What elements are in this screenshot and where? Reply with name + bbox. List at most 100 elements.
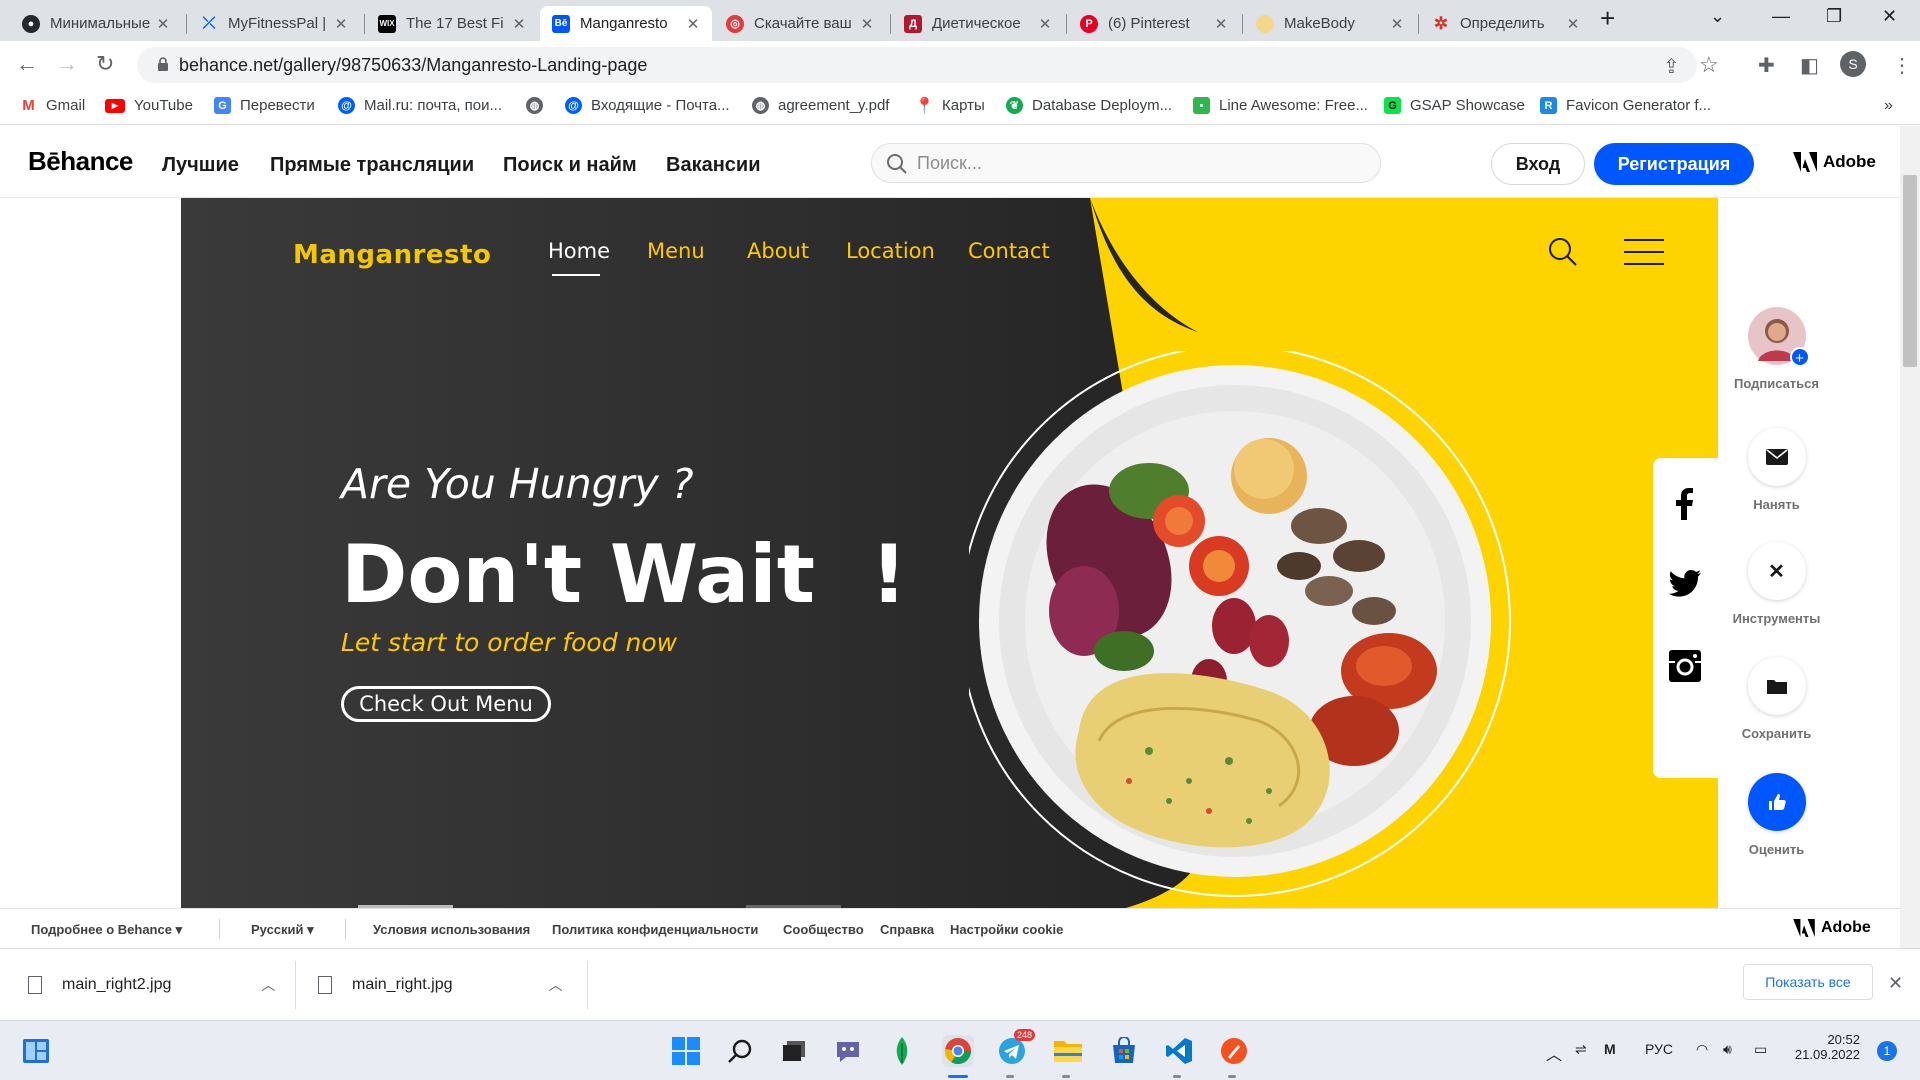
save-button[interactable] xyxy=(1747,657,1806,715)
url-text[interactable]: behance.net/gallery/98750633/Manganresto… xyxy=(179,55,647,76)
telegram-icon[interactable]: 248 xyxy=(996,1029,1036,1067)
chrome-menu-icon[interactable]: ⋮ xyxy=(1892,53,1912,78)
hamburger-menu-icon[interactable] xyxy=(1624,238,1664,266)
search-icon[interactable] xyxy=(724,1035,756,1067)
hire-button[interactable] xyxy=(1747,428,1806,486)
start-button[interactable] xyxy=(670,1035,702,1067)
clock[interactable]: 20:52 21.09.2022 xyxy=(1790,1032,1860,1062)
download-item[interactable]: main_right2.jpg ︿ xyxy=(28,949,275,1021)
tab-github[interactable]: ● Минимальные ✕ xyxy=(10,6,182,41)
tray-overflow-chevron-icon[interactable]: ︿ xyxy=(1546,1041,1562,1065)
hero-nav-menu[interactable]: Menu xyxy=(647,239,705,263)
behance-logo[interactable]: Bēhance xyxy=(28,146,133,177)
close-tab-icon[interactable]: ✕ xyxy=(1212,15,1230,33)
hero-nav-about[interactable]: About xyxy=(747,239,809,263)
tab-download[interactable]: ◎ Скачайте ваш ✕ xyxy=(714,6,886,41)
download-item[interactable]: main_right.jpg ︿ xyxy=(318,949,563,1021)
close-window-button[interactable]: ✕ xyxy=(1882,6,1897,27)
hero-nav-location[interactable]: Location xyxy=(846,239,935,263)
bookmark-star-icon[interactable]: ☆ xyxy=(1699,52,1719,78)
input-language[interactable]: РУС xyxy=(1645,1041,1673,1057)
mongodb-compass-icon[interactable] xyxy=(886,1035,918,1067)
tab-detect[interactable]: ✲ Определить ✕ xyxy=(1420,6,1592,41)
reload-button[interactable]: ↻ xyxy=(96,51,114,77)
tools-action[interactable]: ✕ Инструменты xyxy=(1720,542,1833,626)
footer-adobe-link[interactable]: Adobe xyxy=(1793,919,1871,937)
close-tab-icon[interactable]: ✕ xyxy=(1564,15,1582,33)
login-button[interactable]: Вход xyxy=(1491,143,1585,185)
appreciate-action[interactable]: Оценить xyxy=(1720,773,1833,857)
tab-diet[interactable]: Д Диетическое ✕ xyxy=(892,6,1064,41)
nav-jobs[interactable]: Вакансии xyxy=(666,154,761,177)
close-tab-icon[interactable]: ✕ xyxy=(1036,15,1054,33)
manganresto-logo[interactable]: Manganresto xyxy=(293,240,491,270)
bookmark-youtube[interactable]: ▶ YouTube xyxy=(105,97,193,114)
close-tab-icon[interactable]: ✕ xyxy=(154,15,172,33)
vscode-icon[interactable] xyxy=(1163,1035,1195,1067)
profile-avatar[interactable]: S xyxy=(1840,51,1866,77)
nav-search-hire[interactable]: Поиск и найм xyxy=(503,154,637,177)
bookmark-translate[interactable]: G Перевести xyxy=(214,97,315,114)
new-tab-button[interactable]: + xyxy=(1600,3,1615,34)
language-dropdown[interactable]: Русский ▾ xyxy=(251,922,314,938)
bookmark-inbox[interactable]: @ Входящие - Почта... xyxy=(565,97,730,114)
twitter-icon[interactable] xyxy=(1667,566,1703,602)
bookmark-gsap[interactable]: G GSAP Showcase xyxy=(1384,97,1525,114)
footer-link-privacy[interactable]: Политика конфиденциальности xyxy=(552,922,758,937)
maximize-button[interactable]: ❐ xyxy=(1826,6,1842,27)
hero-search-icon[interactable] xyxy=(1547,236,1579,268)
figma-like-app-icon[interactable] xyxy=(1218,1035,1250,1067)
tray-app-icon[interactable]: M xyxy=(1604,1041,1616,1057)
bookmark-database[interactable]: ❦ Database Deploym... xyxy=(1006,97,1172,114)
footer-link-terms[interactable]: Условия использования xyxy=(373,922,530,937)
volume-icon[interactable]: 🔊︎ xyxy=(1723,1041,1732,1058)
minimize-button[interactable]: — xyxy=(1772,6,1790,27)
close-tab-icon[interactable]: ✕ xyxy=(332,15,350,33)
chrome-icon[interactable] xyxy=(942,1035,974,1067)
footer-link-help[interactable]: Справка xyxy=(880,922,934,937)
bookmarks-overflow-icon[interactable]: » xyxy=(1884,97,1893,115)
file-explorer-icon[interactable] xyxy=(1052,1035,1084,1067)
settings-sliders-icon[interactable]: ⇌ xyxy=(1575,1041,1587,1058)
hero-nav-home[interactable]: Home xyxy=(548,239,610,263)
close-shelf-icon[interactable]: ✕ xyxy=(1888,973,1903,994)
facebook-icon[interactable] xyxy=(1667,486,1703,522)
tab-makebody[interactable]: MakeBody ✕ xyxy=(1244,6,1416,41)
close-tab-icon[interactable]: ✕ xyxy=(684,15,702,33)
address-bar[interactable]: behance.net/gallery/98750633/Manganresto… xyxy=(137,47,1719,83)
bookmark-mailru[interactable]: @ Mail.ru: почта, пои... xyxy=(338,97,502,114)
share-icon[interactable]: ⇪ xyxy=(1663,54,1680,79)
nav-best[interactable]: Лучшие xyxy=(162,154,239,177)
widgets-icon[interactable] xyxy=(20,1035,52,1067)
adobe-link[interactable]: Adobe xyxy=(1793,152,1876,172)
check-out-menu-button[interactable]: Check Out Menu xyxy=(341,686,551,722)
footer-link-community[interactable]: Сообщество xyxy=(783,922,864,937)
bookmark-line-awesome[interactable]: ▪ Line Awesome: Free... xyxy=(1193,97,1368,114)
bookmark-agreement[interactable]: ◍ agreement_y.pdf xyxy=(752,97,889,114)
tab-search-chevron-icon[interactable]: ⌄ xyxy=(1710,6,1725,27)
tab-behance-active[interactable]: Bē Manganresto ✕ xyxy=(540,6,712,41)
forward-button[interactable]: → xyxy=(56,51,78,77)
bookmark-maps[interactable]: 📍 Карты xyxy=(915,97,985,115)
close-tab-icon[interactable]: ✕ xyxy=(510,15,528,33)
extensions-icon[interactable]: ✚ xyxy=(1758,53,1775,78)
hero-nav-contact[interactable]: Contact xyxy=(968,239,1050,263)
back-button[interactable]: ← xyxy=(16,51,38,77)
save-action[interactable]: Сохранить xyxy=(1720,657,1833,741)
microsoft-store-icon[interactable] xyxy=(1108,1035,1140,1067)
chevron-up-icon[interactable]: ︿ xyxy=(549,975,563,995)
wifi-icon[interactable]: ◠ xyxy=(1696,1041,1708,1058)
teams-chat-icon[interactable] xyxy=(832,1035,864,1067)
battery-icon[interactable]: ▭ xyxy=(1754,1041,1767,1058)
scrollbar-thumb[interactable] xyxy=(1903,175,1917,367)
bookmark-globe[interactable]: ◍ xyxy=(526,97,552,114)
chevron-up-icon[interactable]: ︿ xyxy=(261,975,275,995)
show-all-downloads-button[interactable]: Показать все xyxy=(1743,964,1873,1000)
close-tab-icon[interactable]: ✕ xyxy=(1388,15,1406,33)
instagram-icon[interactable] xyxy=(1667,648,1703,684)
register-button[interactable]: Регистрация xyxy=(1594,143,1754,185)
close-tab-icon[interactable]: ✕ xyxy=(858,15,876,33)
notification-badge[interactable]: 1 xyxy=(1877,1041,1897,1061)
side-panel-icon[interactable]: ◧ xyxy=(1800,53,1819,78)
tab-wix[interactable]: WIX The 17 Best Fi ✕ xyxy=(366,6,538,41)
